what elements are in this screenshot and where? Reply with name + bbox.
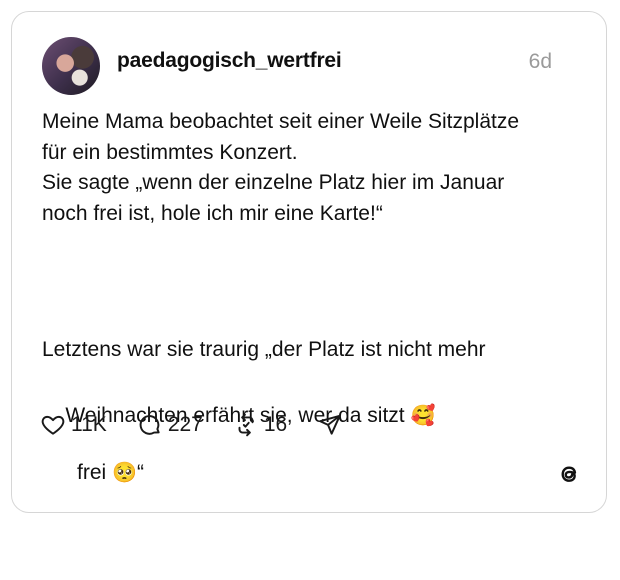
repost-count: 16	[263, 413, 288, 436]
post-time[interactable]: 6d	[529, 50, 552, 74]
like-button[interactable]: 11K	[40, 412, 107, 438]
heart-icon	[41, 415, 65, 435]
like-count: 11K	[71, 413, 107, 436]
repost-icon	[238, 413, 254, 437]
username[interactable]: paedagogisch_wertfrei	[117, 49, 342, 73]
post-paragraph-2-text: frei	[77, 461, 113, 484]
send-icon	[319, 414, 341, 435]
pleading-face-emoji: 🥺	[112, 460, 137, 484]
post-paragraph-2-line-1: Letztens war sie traurig „der Platz ist …	[42, 338, 486, 361]
comment-button[interactable]: 227	[137, 412, 203, 438]
post-paragraph-2-quote: “	[136, 461, 144, 484]
share-button[interactable]	[317, 412, 343, 438]
threads-logo-icon[interactable]	[556, 461, 582, 487]
speech-bubble-icon	[139, 415, 160, 435]
smiling-hearts-emoji: 🥰	[410, 402, 436, 427]
repost-button[interactable]: 16	[233, 412, 287, 438]
avatar[interactable]	[42, 37, 100, 95]
comment-count: 227	[167, 413, 203, 436]
post-paragraph-1: Meine Mama beobachtet seit einer Weile S…	[42, 110, 520, 225]
post-card: paedagogisch_wertfrei 6d Meine Mama beob…	[11, 11, 607, 513]
post-actions: 11K 227 16	[40, 408, 373, 442]
